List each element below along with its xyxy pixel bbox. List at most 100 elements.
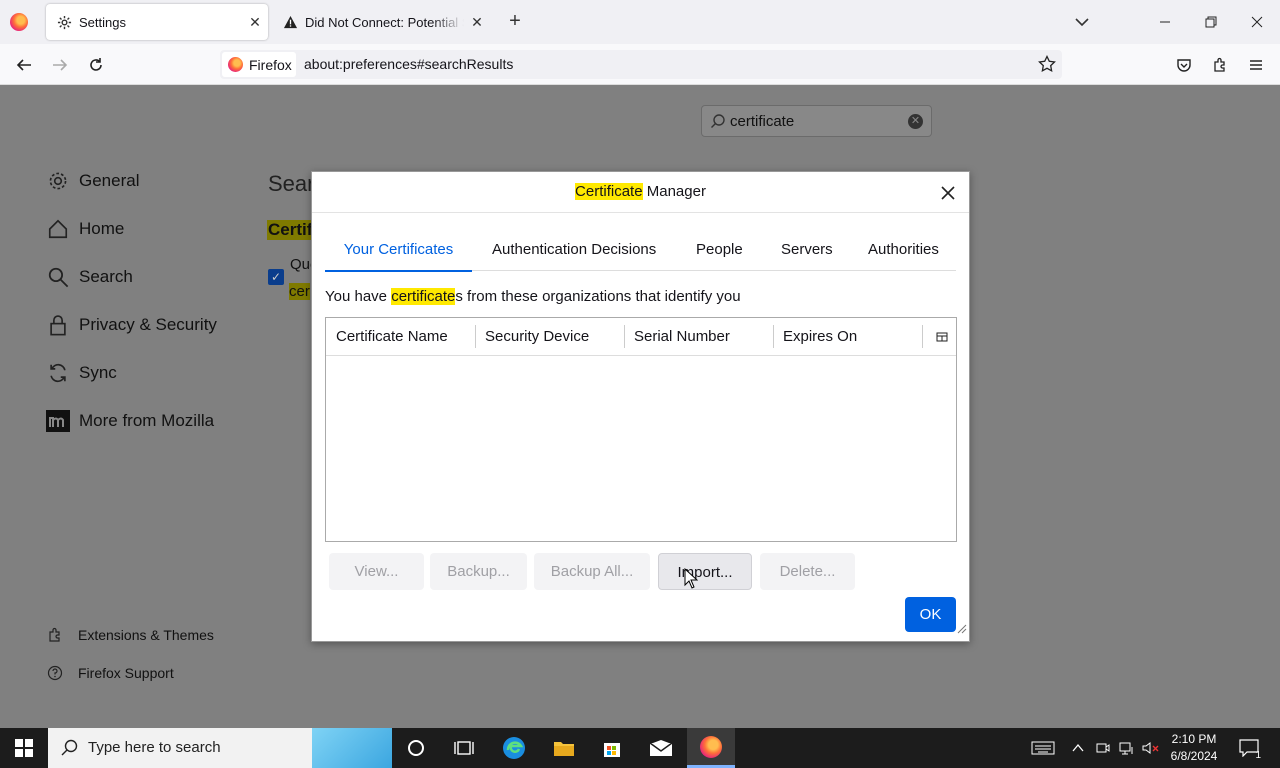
sidebar-item-home[interactable]: Home [46, 216, 124, 242]
desc-text: s from these organizations that identify… [455, 288, 741, 305]
meet-now-icon[interactable] [1093, 728, 1113, 768]
windows-start-icon[interactable] [0, 728, 48, 768]
navigation-toolbar: Firefox about:preferences#searchResults [0, 44, 1280, 85]
column-expires-on[interactable]: Expires On [773, 318, 922, 356]
extensions-icon[interactable] [1207, 52, 1233, 78]
system-clock[interactable]: 2:10 PM 6/8/2024 [1160, 731, 1228, 765]
gear-icon [46, 169, 70, 193]
sidebar-item-label: More from Mozilla [79, 411, 215, 430]
search-icon [710, 113, 726, 134]
column-security-device[interactable]: Security Device [475, 318, 624, 356]
mozilla-icon [46, 409, 70, 433]
firefox-logo-icon[interactable] [10, 13, 28, 31]
tab-servers[interactable]: Servers [781, 230, 833, 271]
sidebar-item-general[interactable]: General [46, 168, 139, 194]
notification-count: 1 [1255, 750, 1261, 761]
tab-people[interactable]: People [696, 230, 743, 271]
column-certificate-name[interactable]: Certificate Name [326, 318, 475, 356]
edge-icon[interactable] [490, 728, 538, 768]
ok-button[interactable]: OK [905, 597, 956, 632]
close-tab-icon[interactable]: ✕ [242, 14, 268, 31]
new-tab-button[interactable]: + [503, 10, 527, 34]
column-splitter[interactable] [922, 325, 923, 348]
close-tab-icon[interactable]: ✕ [464, 14, 490, 31]
taskbar-search-box[interactable]: Type here to search [48, 728, 392, 768]
file-explorer-icon[interactable] [540, 728, 588, 768]
desc-text: You have [325, 288, 392, 305]
identity-box[interactable]: Firefox [222, 52, 296, 77]
tab-settings[interactable]: Settings ✕ [46, 4, 268, 40]
sidebar-item-sync[interactable]: Sync [46, 360, 117, 386]
settings-search-input[interactable]: certificate ✕ [701, 105, 932, 137]
clock-date: 6/8/2024 [1170, 749, 1218, 763]
bookmark-star-icon[interactable] [1038, 54, 1056, 78]
url-text[interactable]: about:preferences#searchResults [304, 56, 513, 72]
column-serial-number[interactable]: Serial Number [624, 318, 773, 356]
tab-strip: Settings ✕ Did Not Connect: Potential Se… [0, 0, 1280, 44]
certificates-description: You have certificates from these organiz… [325, 288, 741, 305]
microsoft-store-icon[interactable] [588, 728, 636, 768]
tab-label: Did Not Connect: Potential Security Issu… [305, 14, 464, 30]
task-view-icon[interactable] [440, 728, 488, 768]
firefox-taskbar-icon[interactable] [687, 728, 735, 768]
certificate-manager-dialog: Certificate Manager Your Certificates Au… [311, 171, 970, 642]
sidebar-item-more-from-mozilla[interactable]: More from Mozilla [46, 408, 214, 434]
backup-button[interactable]: Backup... [430, 553, 527, 590]
lock-icon [46, 313, 70, 337]
back-arrow-icon[interactable] [11, 52, 37, 78]
cortana-icon[interactable] [392, 728, 440, 768]
list-all-tabs-icon[interactable] [1070, 10, 1094, 34]
title-highlight: Certificate [575, 183, 643, 200]
tab-authentication-decisions[interactable]: Authentication Decisions [492, 230, 656, 271]
resize-grip-icon[interactable] [955, 621, 967, 639]
minimize-button[interactable] [1142, 0, 1188, 44]
windows-taskbar: Type here to search 2:10 PM 6/8/2024 1 [0, 728, 1280, 768]
volume-muted-icon[interactable] [1140, 728, 1162, 768]
certificates-text-fragment: cer [289, 283, 310, 300]
sync-icon [46, 361, 70, 385]
notifications-icon[interactable]: 1 [1234, 728, 1264, 768]
column-picker-icon[interactable] [936, 330, 948, 348]
title-rest: Manager [642, 183, 706, 200]
tab-authorities[interactable]: Authorities [868, 230, 939, 271]
query-ocsp-checkbox[interactable]: ✓ [268, 269, 284, 285]
link-label: Firefox Support [78, 665, 174, 681]
forward-arrow-icon[interactable] [47, 52, 73, 78]
sidebar-item-search[interactable]: Search [46, 264, 133, 290]
search-highlight-image [312, 728, 392, 768]
puzzle-icon [46, 626, 64, 644]
mail-icon[interactable] [637, 728, 685, 768]
keyboard-layout-icon[interactable] [1028, 728, 1058, 768]
delete-button[interactable]: Delete... [760, 553, 855, 590]
hamburger-menu-icon[interactable] [1243, 52, 1269, 78]
clear-search-icon[interactable]: ✕ [908, 114, 923, 129]
close-dialog-icon[interactable] [937, 182, 959, 204]
taskbar-search-placeholder: Type here to search [88, 739, 221, 756]
import-button[interactable]: Import... [658, 553, 752, 590]
sidebar-item-label: Privacy & Security [79, 315, 217, 334]
url-bar[interactable]: Firefox about:preferences#searchResults [220, 50, 1062, 79]
clock-time: 2:10 PM [1171, 732, 1217, 746]
tab-label: Settings [79, 14, 126, 30]
warning-icon [282, 14, 298, 30]
pocket-icon[interactable] [1171, 52, 1197, 78]
sidebar-item-label: Sync [79, 363, 117, 382]
tab-your-certificates[interactable]: Your Certificates [325, 230, 472, 272]
network-icon[interactable] [1116, 728, 1138, 768]
certificate-table[interactable]: Certificate Name Security Device Serial … [325, 317, 957, 542]
mouse-pointer-icon [684, 567, 699, 595]
chevron-up-icon[interactable] [1068, 728, 1088, 768]
sidebar-item-label: General [79, 171, 140, 190]
firefox-support-link[interactable]: Firefox Support [46, 664, 174, 682]
backup-all-button[interactable]: Backup All... [534, 553, 650, 590]
close-window-button[interactable] [1234, 0, 1280, 44]
tab-did-not-connect[interactable]: Did Not Connect: Potential Security Issu… [272, 4, 490, 40]
view-button[interactable]: View... [329, 553, 424, 590]
home-icon [46, 217, 70, 241]
certificates-section-heading: Certif [267, 220, 314, 240]
reload-icon[interactable] [83, 52, 109, 78]
search-value: certificate [730, 113, 795, 130]
extensions-themes-link[interactable]: Extensions & Themes [46, 626, 214, 644]
sidebar-item-privacy[interactable]: Privacy & Security [46, 312, 217, 338]
restore-button[interactable] [1188, 0, 1234, 44]
